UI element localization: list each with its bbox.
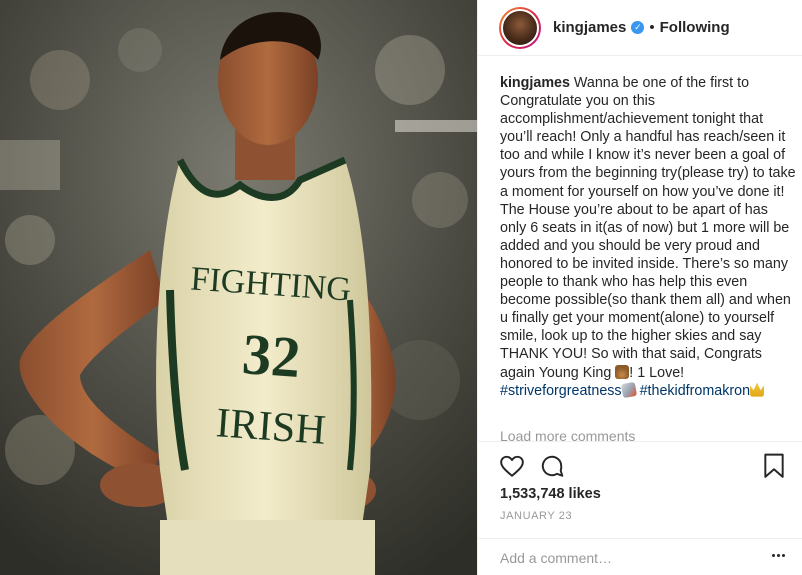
comment-box <box>478 538 802 575</box>
more-options-icon[interactable] <box>770 554 785 557</box>
comment-icon[interactable] <box>539 453 565 479</box>
caption-love: ! 1 Love! <box>629 364 685 381</box>
crown-emoji-icon <box>750 382 765 397</box>
rocket-emoji-icon <box>620 381 637 398</box>
header-username[interactable]: kingjames <box>553 19 626 36</box>
post-photo[interactable]: FIGHTING 32 IRISH <box>0 0 477 575</box>
action-bar: 1,533,748 likes JANUARY 23 <box>478 441 802 575</box>
jersey-text-bottom: IRISH <box>215 400 328 454</box>
player-illustration: FIGHTING 32 IRISH <box>0 0 477 575</box>
bookmark-icon[interactable] <box>763 453 785 479</box>
action-icons <box>499 453 579 479</box>
verified-badge-icon: ✓ <box>631 21 645 34</box>
instagram-post: FIGHTING 32 IRISH kingjames ✓ • Followin… <box>0 0 802 575</box>
hashtag-thekidfromakron[interactable]: #thekidfromakron <box>640 383 750 399</box>
header-separator: • <box>649 19 655 36</box>
caption: kingjames Wanna be one of the first to C… <box>500 74 796 400</box>
following-button[interactable]: Following <box>660 19 730 36</box>
post-sidebar: kingjames ✓ • Following kingjames Wanna … <box>477 0 802 575</box>
jersey-number: 32 <box>240 321 302 390</box>
avatar[interactable] <box>499 6 541 49</box>
caption-text: Wanna be one of the first to Congratulat… <box>500 75 796 381</box>
caption-username[interactable]: kingjames <box>500 75 570 91</box>
king-emoji-icon <box>615 364 630 379</box>
caption-area: kingjames Wanna be one of the first to C… <box>500 74 796 400</box>
post-header: kingjames ✓ • Following <box>478 0 802 56</box>
heart-icon[interactable] <box>499 453 525 479</box>
likes-count[interactable]: 1,533,748 likes <box>500 486 601 502</box>
comment-input[interactable] <box>500 549 750 566</box>
post-date[interactable]: JANUARY 23 <box>500 510 572 522</box>
hashtag-striveforgreatness[interactable]: #striveforgreatness <box>500 383 622 399</box>
